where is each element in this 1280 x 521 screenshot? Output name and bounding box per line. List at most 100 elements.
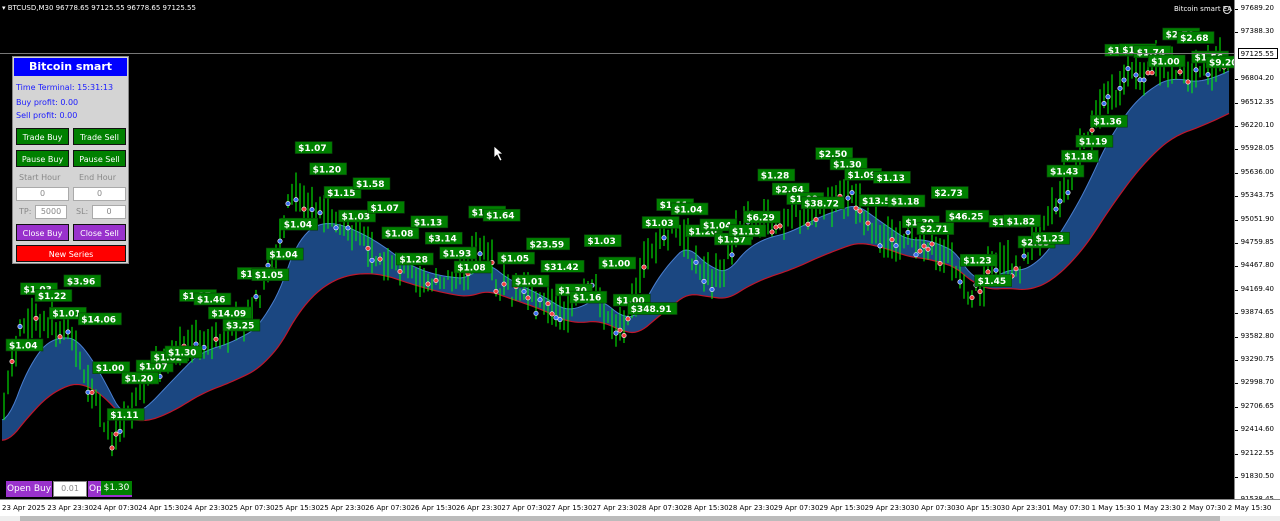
trade-sell-button[interactable]: Trade Sell xyxy=(73,128,126,145)
profit-label-text: $23.59 xyxy=(529,240,564,250)
price-axis-label: 94169.40 xyxy=(1240,284,1274,293)
profit-label-text: $1.82 xyxy=(1007,217,1035,227)
sl-input[interactable]: 0 xyxy=(92,205,126,219)
trade-marker xyxy=(533,310,539,316)
trade-marker xyxy=(769,229,775,235)
trade-marker xyxy=(661,235,667,241)
trade-marker xyxy=(1185,79,1191,85)
profit-label: $1.05 xyxy=(497,251,535,265)
trade-marker xyxy=(9,359,15,365)
price-axis-label: 96512.35 xyxy=(1240,97,1274,106)
profit-label-text: $1.46 xyxy=(197,296,225,306)
trade-marker xyxy=(729,252,735,258)
profit-label-text: $1.20 xyxy=(313,165,341,175)
profit-label: $1.04 xyxy=(670,202,709,215)
price-axis-tick xyxy=(1235,289,1238,291)
trade-marker xyxy=(113,431,119,437)
trade-marker xyxy=(985,269,991,275)
profit-label: $1.01 xyxy=(511,274,550,288)
profit-label-text: $1.00 xyxy=(1151,57,1179,67)
lot-input[interactable]: 0.01 xyxy=(53,481,87,497)
profit-label-text: $1.18 xyxy=(891,197,919,207)
close-sell-button[interactable]: Close Sell xyxy=(73,224,126,241)
profit-label-text: $1.23 xyxy=(963,257,991,267)
trade-marker xyxy=(857,208,863,214)
pause-buy-button[interactable]: Pause Buy xyxy=(16,150,69,167)
scrollbar[interactable] xyxy=(0,516,1280,521)
trade-marker xyxy=(397,268,403,274)
trade-marker xyxy=(913,252,919,258)
sl-label: SL: xyxy=(76,207,89,216)
close-buy-button[interactable]: Close Buy xyxy=(16,224,69,241)
profit-label-text: $1.03 xyxy=(587,237,615,247)
price-scale[interactable]: 97689.20 97388.30 96804.20 96512.35 96220.10… xyxy=(1234,0,1280,503)
profit-label-text: $1.15 xyxy=(327,189,355,199)
time-axis-label: 1 May 07:30 xyxy=(1046,504,1090,512)
profit-label-overlay: $1.30 xyxy=(101,481,132,495)
trade-marker xyxy=(889,237,895,243)
time-axis-label: 27 Apr 23:30 xyxy=(592,504,638,512)
time-axis-label: 29 Apr 07:30 xyxy=(773,504,820,512)
profit-label-text: $1.28 xyxy=(399,255,427,265)
price-axis-tick xyxy=(1235,383,1238,385)
trade-marker xyxy=(117,428,123,434)
profit-label-text: $1.01 xyxy=(515,278,543,288)
time-scale[interactable]: 23 Apr 2025 23 Apr 23:30 24 Apr 07:30 24 Ap… xyxy=(0,499,1280,521)
profit-label: $1.23 xyxy=(1032,231,1070,245)
profit-label: $1.11 xyxy=(106,408,145,421)
tp-input[interactable]: 5000 xyxy=(35,205,67,219)
trade-marker xyxy=(33,315,39,321)
end-hour-label: End Hour xyxy=(79,173,117,182)
current-price-label: 97125.55 xyxy=(1238,48,1278,59)
trade-marker xyxy=(1089,127,1095,133)
price-axis-label: 93582.80 xyxy=(1240,331,1274,340)
profit-label: $1.20 xyxy=(309,162,347,175)
profit-label: $9.20 xyxy=(1205,55,1235,69)
profit-label-text: $2.71 xyxy=(920,225,948,235)
profit-label-text: $1.22 xyxy=(38,292,66,302)
profit-label-text: $1.03 xyxy=(342,213,370,223)
profit-label-text: $1.13 xyxy=(876,174,904,184)
profit-label-text: $31.42 xyxy=(544,263,579,273)
open-sell-label: Op xyxy=(89,484,102,494)
symbol-info: BTCUSD,M30 96778.65 97125.55 96778.65 97… xyxy=(7,4,196,12)
trade-buy-button[interactable]: Trade Buy xyxy=(16,128,69,145)
time-axis-label: 26 Apr 07:30 xyxy=(365,504,411,512)
scrollbar-thumb[interactable] xyxy=(20,516,1220,521)
trade-marker xyxy=(545,301,551,307)
trade-marker xyxy=(1141,77,1147,83)
profit-label: $1.03 xyxy=(584,234,622,247)
trade-marker xyxy=(905,229,911,235)
profit-label: $3.14 xyxy=(424,231,463,245)
time-axis-label: 24 Apr 15:30 xyxy=(138,504,184,512)
smiley-icon[interactable] xyxy=(1223,6,1231,14)
trade-marker xyxy=(777,223,783,229)
time-axis-label: 24 Apr 07:30 xyxy=(92,504,139,512)
profit-label-text: $1.16 xyxy=(573,294,601,304)
profit-label-text: $1.05 xyxy=(255,271,283,281)
trade-marker xyxy=(557,317,563,323)
price-chart[interactable]: $1.04$1.03$1.22$1.01$3.96$14.06$1.00$1.1… xyxy=(0,0,1235,500)
start-hour-input[interactable]: 0 xyxy=(16,187,69,201)
time-axis-label: 29 Apr 15:30 xyxy=(819,504,865,512)
trade-marker xyxy=(701,278,707,284)
price-axis-label: 97388.30 xyxy=(1240,27,1274,36)
time-axis-label: 27 Apr 07:30 xyxy=(501,504,548,512)
profit-label-text: $38.72 xyxy=(804,199,839,209)
open-buy-button[interactable]: Open Buy xyxy=(6,481,52,497)
trade-marker xyxy=(1133,72,1139,78)
time-axis-label: 26 Apr 23:30 xyxy=(456,504,502,512)
profit-label-text: $1.08 xyxy=(457,264,485,274)
price-axis-label: 95343.75 xyxy=(1240,191,1274,200)
price-axis-tick xyxy=(1235,102,1238,104)
profit-label-text: $1.13 xyxy=(414,218,442,228)
pause-sell-button[interactable]: Pause Sell xyxy=(73,150,126,167)
price-axis-label: 93290.75 xyxy=(1240,355,1274,363)
new-series-button[interactable]: New Series xyxy=(16,245,126,262)
end-hour-input[interactable]: 0 xyxy=(73,187,126,201)
time-axis-label: 30 Apr 23:30 xyxy=(1000,504,1047,512)
trade-marker xyxy=(201,344,207,350)
chart-window[interactable]: $1.04$1.03$1.22$1.01$3.96$14.06$1.00$1.1… xyxy=(0,0,1280,521)
trade-marker xyxy=(621,333,627,339)
price-axis-tick xyxy=(1235,430,1238,432)
